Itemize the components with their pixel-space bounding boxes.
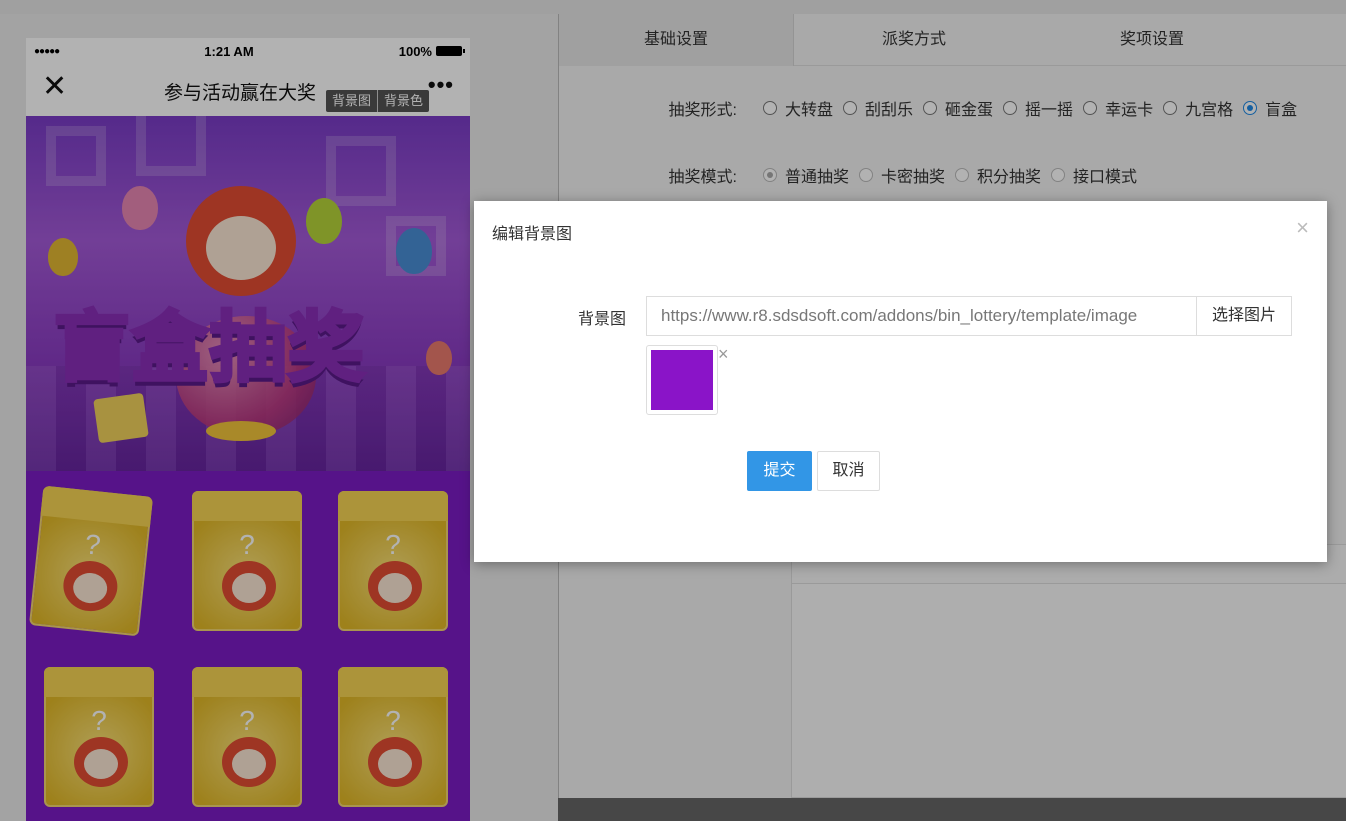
edit-background-dialog: 编辑背景图 × 背景图 选择图片 × 提交 取消 xyxy=(474,201,1327,562)
remove-image-icon[interactable]: × xyxy=(718,345,729,363)
close-icon[interactable]: × xyxy=(1296,215,1309,241)
bg-preview-swatch xyxy=(651,350,713,410)
choose-image-button[interactable]: 选择图片 xyxy=(1196,296,1292,336)
bg-image-label: 背景图 xyxy=(578,311,627,328)
dialog-title: 编辑背景图 xyxy=(492,226,573,243)
bg-image-url-input[interactable] xyxy=(646,296,1196,336)
bg-image-thumbnail xyxy=(646,345,718,415)
submit-button[interactable]: 提交 xyxy=(747,451,812,491)
cancel-button[interactable]: 取消 xyxy=(817,451,880,491)
